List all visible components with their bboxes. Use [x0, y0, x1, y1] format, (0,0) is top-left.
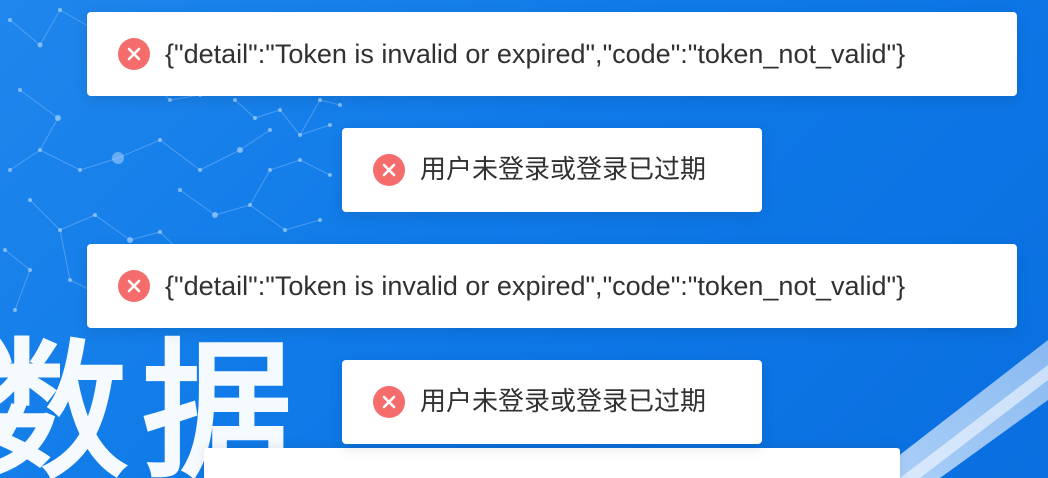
error-toast: {"detail":"Token is invalid or expired",…: [87, 244, 1017, 328]
toast-message: 用户未登录或登录已过期: [420, 155, 707, 185]
error-toast: {"detail":"Token is invalid or expired",…: [87, 12, 1017, 96]
toast-message: 用户未登录或登录已过期: [420, 387, 707, 417]
close-circle-icon: [373, 154, 405, 186]
close-circle-icon: [118, 270, 150, 302]
error-toast: 用户未登录或登录已过期: [342, 128, 762, 212]
toast-message: {"detail":"Token is invalid or expired",…: [165, 38, 906, 69]
error-toast: 用户未登录或登录已过期: [342, 360, 762, 444]
background-login-panel: [204, 448, 900, 478]
close-circle-icon: [118, 38, 150, 70]
toast-message: {"detail":"Token is invalid or expired",…: [165, 270, 906, 301]
close-circle-icon: [373, 386, 405, 418]
